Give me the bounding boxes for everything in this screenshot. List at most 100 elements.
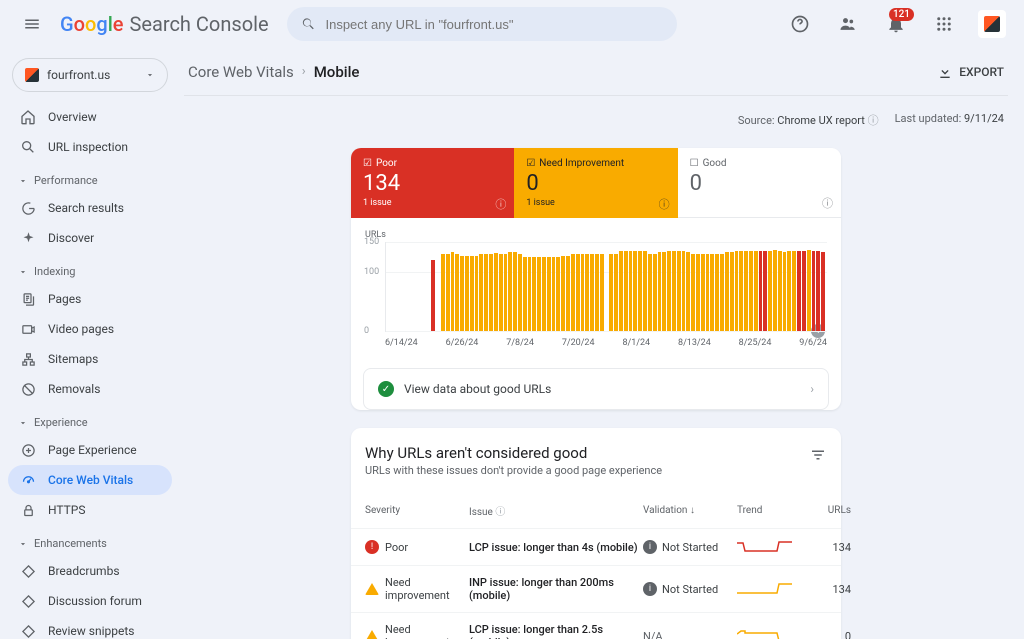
table-row[interactable]: !PoorLCP issue: longer than 4s (mobile)i… bbox=[351, 528, 841, 565]
sidebar-item-core-web-vitals[interactable]: Core Web Vitals bbox=[8, 465, 172, 495]
sidebar-item-label: HTTPS bbox=[48, 503, 86, 517]
error-icon: ! bbox=[365, 540, 379, 554]
sidebar-item-discussion-forum[interactable]: Discussion forum bbox=[8, 586, 172, 616]
sidebar-item-breadcrumbs[interactable]: Breadcrumbs bbox=[8, 556, 172, 586]
sidebar-item-label: Discover bbox=[48, 231, 94, 245]
tab-poor[interactable]: ☑Poor 134 1 issue ⓘ bbox=[351, 148, 514, 218]
sidebar-item-pages[interactable]: Pages bbox=[8, 284, 172, 314]
breadcrumb: Core Web Vitals › Mobile EXPORT bbox=[184, 48, 1008, 96]
apps-grid-icon bbox=[935, 15, 953, 33]
url-inspect-input[interactable] bbox=[325, 17, 662, 32]
url-inspect-search[interactable] bbox=[287, 7, 677, 41]
chevron-right-icon: › bbox=[302, 64, 306, 79]
plus-circle-icon bbox=[21, 443, 36, 458]
checkbox-icon: ☑ bbox=[526, 158, 535, 169]
info-icon[interactable]: ⓘ bbox=[868, 114, 879, 127]
sidebar-group-experience[interactable]: Experience bbox=[8, 410, 172, 435]
search-icon bbox=[20, 139, 36, 155]
table-row[interactable]: Need improvementINP issue: longer than 2… bbox=[351, 565, 841, 612]
sidebar-item-https[interactable]: HTTPS bbox=[8, 495, 172, 525]
status-dot-icon: i bbox=[643, 582, 657, 596]
help-button[interactable] bbox=[780, 4, 820, 44]
chevron-down-icon bbox=[18, 176, 28, 186]
sidebar-item-label: Overview bbox=[48, 110, 97, 124]
notification-badge: 121 bbox=[889, 8, 914, 21]
sidebar-item-removals[interactable]: Removals bbox=[8, 374, 172, 404]
chevron-down-icon bbox=[145, 70, 155, 80]
apps-button[interactable] bbox=[924, 4, 964, 44]
sitemap-icon bbox=[21, 352, 36, 367]
diamond-icon bbox=[21, 594, 36, 609]
sidebar-item-label: Pages bbox=[48, 292, 81, 306]
status-dot-icon: i bbox=[643, 540, 657, 554]
issues-title: Why URLs aren't considered good bbox=[365, 444, 809, 462]
tab-need-improvement[interactable]: ☑Need Improvement 0 1 issue ⓘ bbox=[514, 148, 677, 218]
sparkle-icon bbox=[21, 231, 36, 246]
warning-icon bbox=[365, 583, 379, 595]
diamond-icon bbox=[21, 564, 36, 579]
sidebar-item-review-snippets[interactable]: Review snippets bbox=[8, 616, 172, 639]
product-logo: Google Search Console bbox=[60, 12, 269, 36]
filter-button[interactable] bbox=[809, 444, 827, 464]
video-icon bbox=[21, 322, 36, 337]
sidebar-item-search-results[interactable]: Search results bbox=[8, 193, 172, 223]
sidebar-group-enhancements[interactable]: Enhancements bbox=[8, 531, 172, 556]
property-icon bbox=[25, 68, 39, 82]
home-icon bbox=[20, 109, 36, 125]
sidebar-item-video-pages[interactable]: Video pages bbox=[8, 314, 172, 344]
sidebar-group-performance[interactable]: Performance bbox=[8, 168, 172, 193]
sidebar-item-discover[interactable]: Discover bbox=[8, 223, 172, 253]
sidebar-item-label: Page Experience bbox=[48, 443, 137, 457]
notifications-button[interactable]: 121 bbox=[876, 4, 916, 44]
sidebar-item-sitemaps[interactable]: Sitemaps bbox=[8, 344, 172, 374]
brand-avatar-icon bbox=[984, 16, 1000, 32]
hamburger-icon bbox=[23, 15, 41, 33]
issues-subtitle: URLs with these issues don't provide a g… bbox=[365, 464, 809, 477]
sidebar-item-label: Core Web Vitals bbox=[48, 473, 133, 487]
sidebar-item-page-experience[interactable]: Page Experience bbox=[8, 435, 172, 465]
info-icon[interactable]: ⓘ bbox=[495, 196, 506, 212]
lock-icon bbox=[21, 503, 36, 518]
speed-icon bbox=[21, 473, 36, 488]
checkbox-icon: ☑ bbox=[363, 158, 372, 169]
main-content: Core Web Vitals › Mobile EXPORT Source: … bbox=[180, 48, 1024, 639]
info-icon[interactable]: ⓘ bbox=[822, 195, 833, 211]
url-trend-chart: URLs 1 0100150 6/14/246/26/247/8/247/20/… bbox=[351, 218, 841, 356]
issues-table: Severity Issue ⓘ Validation ↓ Trend URLs… bbox=[351, 487, 841, 639]
people-button[interactable] bbox=[828, 4, 868, 44]
issues-card: Why URLs aren't considered good URLs wit… bbox=[351, 428, 841, 639]
validation-sort[interactable]: Validation ↓ bbox=[643, 505, 733, 516]
sidebar-item-label: Discussion forum bbox=[48, 594, 142, 608]
breadcrumb-parent[interactable]: Core Web Vitals bbox=[188, 63, 294, 81]
sidebar-item-label: Sitemaps bbox=[48, 352, 98, 366]
sidebar-item-label: Review snippets bbox=[48, 624, 134, 638]
sidebar-item-label: Breadcrumbs bbox=[48, 564, 120, 578]
pages-icon bbox=[21, 292, 36, 307]
export-button[interactable]: EXPORT bbox=[937, 64, 1004, 80]
breadcrumb-current: Mobile bbox=[314, 63, 360, 81]
checkbox-icon: ☐ bbox=[690, 158, 699, 169]
chevron-down-icon bbox=[18, 418, 28, 428]
vitals-chart-card: ☑Poor 134 1 issue ⓘ ☑Need Improvement 0 … bbox=[351, 148, 841, 410]
info-icon[interactable]: ⓘ bbox=[495, 507, 505, 518]
meta-info: Source: Chrome UX report ⓘ Last updated:… bbox=[184, 96, 1008, 148]
property-name: fourfront.us bbox=[47, 68, 110, 82]
filter-icon bbox=[809, 446, 827, 464]
table-header-row: Severity Issue ⓘ Validation ↓ Trend URLs bbox=[351, 487, 841, 528]
trend-sparkline bbox=[737, 539, 792, 555]
tab-good[interactable]: ☐Good 0 ⓘ bbox=[678, 148, 841, 218]
view-good-urls-link[interactable]: ✓ View data about good URLs › bbox=[363, 368, 829, 410]
table-row[interactable]: Need improvementLCP issue: longer than 2… bbox=[351, 612, 841, 639]
warning-icon bbox=[365, 630, 379, 639]
hamburger-menu-button[interactable] bbox=[12, 4, 52, 44]
sidebar-item-label: URL inspection bbox=[48, 140, 128, 154]
account-avatar[interactable] bbox=[972, 4, 1012, 44]
sidebar-item-overview[interactable]: Overview bbox=[8, 102, 172, 132]
sidebar-item-url-inspection[interactable]: URL inspection bbox=[8, 132, 172, 162]
info-icon[interactable]: ⓘ bbox=[659, 196, 670, 212]
property-selector[interactable]: fourfront.us bbox=[12, 58, 168, 92]
sidebar: fourfront.us Overview URL inspection Per… bbox=[0, 48, 180, 639]
sidebar-group-indexing[interactable]: Indexing bbox=[8, 259, 172, 284]
sidebar-item-label: Video pages bbox=[48, 322, 114, 336]
chevron-down-icon bbox=[18, 267, 28, 277]
